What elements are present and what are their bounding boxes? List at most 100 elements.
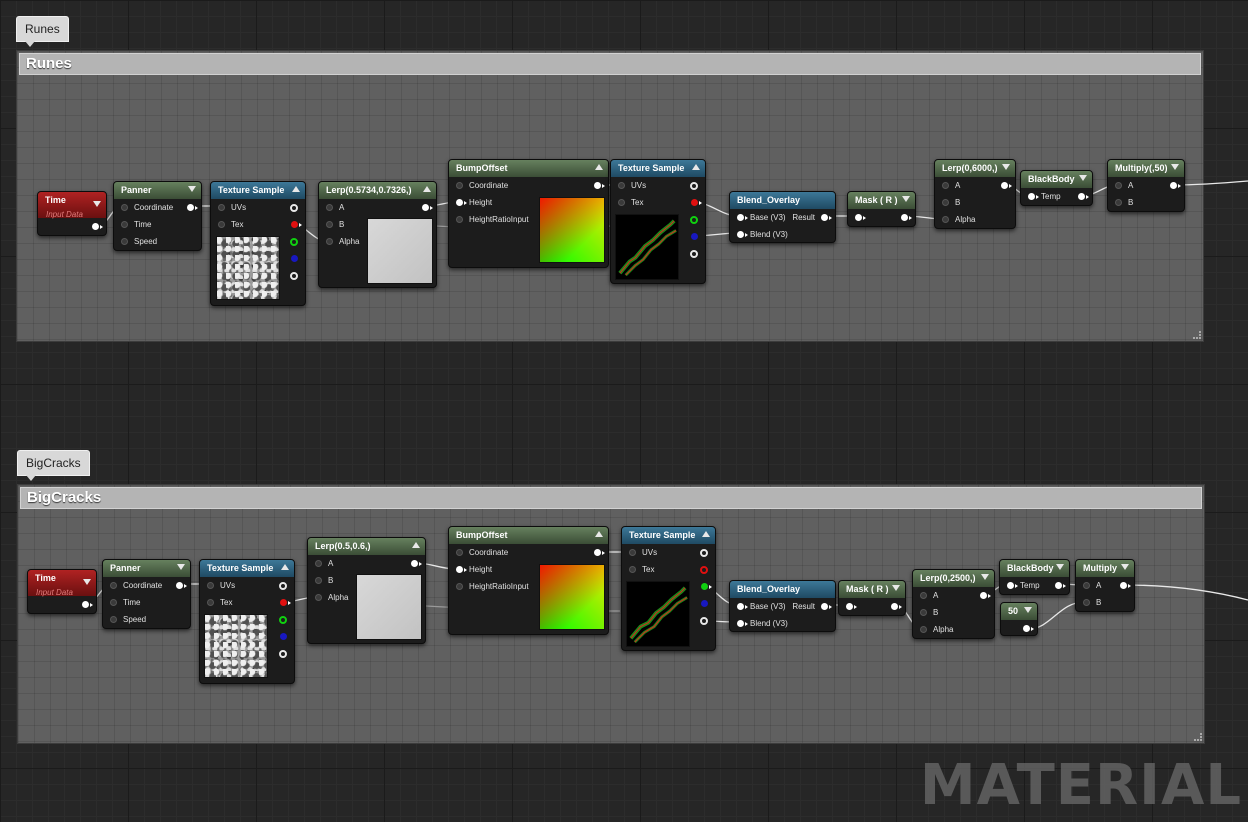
collapse-arrow-icon[interactable] (1171, 164, 1179, 170)
input-pin[interactable] (629, 549, 636, 556)
output-pin[interactable] (82, 601, 93, 608)
output-pin[interactable] (422, 204, 433, 211)
lerp-node[interactable]: Lerp(0,2500,) A B Alpha (912, 569, 995, 639)
output-pin-b[interactable] (291, 255, 298, 262)
input-pin[interactable] (121, 238, 128, 245)
output-pin[interactable] (594, 182, 605, 189)
texture-sample-node[interactable]: Texture Sample UVs Tex (210, 181, 306, 306)
output-pin-a[interactable] (290, 272, 298, 280)
input-pin[interactable] (920, 592, 927, 599)
input-pin[interactable] (218, 221, 225, 228)
output-pin-b[interactable] (691, 233, 698, 240)
input-pin[interactable] (846, 603, 857, 610)
output-pin[interactable] (690, 182, 698, 190)
collapse-arrow-icon[interactable] (1121, 564, 1129, 570)
bump-offset-node[interactable]: BumpOffset Coordinate Height HeightRatio… (448, 526, 609, 635)
output-pin[interactable] (901, 214, 912, 221)
input-pin[interactable] (315, 594, 322, 601)
texture-sample-node[interactable]: Texture Sample UVs Tex (199, 559, 295, 684)
collapse-arrow-icon[interactable] (692, 164, 700, 170)
input-pin[interactable] (737, 214, 748, 221)
collapse-arrow-icon[interactable] (93, 201, 101, 207)
collapse-arrow-icon[interactable] (83, 579, 91, 585)
input-pin[interactable] (1007, 582, 1018, 589)
collapse-arrow-icon[interactable] (595, 531, 603, 537)
output-pin[interactable] (821, 214, 832, 221)
output-pin[interactable] (92, 223, 103, 230)
input-pin[interactable] (855, 214, 866, 221)
output-pin[interactable] (1120, 582, 1131, 589)
blackbody-node[interactable]: BlackBody Temp (999, 559, 1070, 595)
collapse-arrow-icon[interactable] (981, 574, 989, 580)
comment-tab-runes[interactable]: Runes (16, 16, 69, 47)
time-node[interactable]: Time Input Data (37, 191, 107, 236)
output-pin-r[interactable] (691, 199, 702, 206)
input-pin[interactable] (110, 616, 117, 623)
collapse-arrow-icon[interactable] (412, 542, 420, 548)
output-pin[interactable] (821, 603, 832, 610)
multiply-node[interactable]: Multiply(,50) A B (1107, 159, 1185, 212)
lerp-node[interactable]: Lerp(0,6000,) A B Alpha (934, 159, 1016, 229)
input-pin[interactable] (1083, 599, 1090, 606)
input-pin[interactable] (1115, 182, 1122, 189)
mask-node[interactable]: Mask ( R ) (847, 191, 916, 227)
output-pin[interactable] (279, 582, 287, 590)
input-pin[interactable] (456, 549, 463, 556)
input-pin[interactable] (942, 182, 949, 189)
input-pin[interactable] (920, 609, 927, 616)
input-pin[interactable] (121, 204, 128, 211)
input-pin[interactable] (218, 204, 225, 211)
input-pin[interactable] (326, 238, 333, 245)
input-pin[interactable] (737, 603, 748, 610)
input-pin[interactable] (315, 577, 322, 584)
input-pin[interactable] (326, 204, 333, 211)
output-pin-b[interactable] (280, 633, 287, 640)
input-pin[interactable] (207, 582, 214, 589)
resize-grip[interactable] (1193, 331, 1201, 339)
collapse-arrow-icon[interactable] (177, 564, 185, 570)
collapse-arrow-icon[interactable] (423, 186, 431, 192)
output-pin[interactable] (187, 204, 198, 211)
output-pin[interactable] (1055, 582, 1066, 589)
collapse-arrow-icon[interactable] (892, 585, 900, 591)
output-pin-r[interactable] (291, 221, 302, 228)
output-pin[interactable] (700, 549, 708, 557)
multiply-node[interactable]: Multiply A B (1075, 559, 1135, 612)
input-pin[interactable] (456, 583, 463, 590)
input-pin[interactable] (920, 626, 927, 633)
panner-node[interactable]: Panner Coordinate Time Speed (102, 559, 191, 629)
input-pin[interactable] (456, 199, 467, 206)
collapse-arrow-icon[interactable] (188, 186, 196, 192)
input-pin[interactable] (456, 216, 463, 223)
input-pin[interactable] (326, 221, 333, 228)
output-pin-g[interactable] (279, 616, 287, 624)
input-pin[interactable] (456, 182, 463, 189)
bump-offset-node[interactable]: BumpOffset Coordinate Height HeightRatio… (448, 159, 609, 268)
collapse-arrow-icon[interactable] (1056, 564, 1064, 570)
output-pin-r[interactable] (700, 566, 708, 574)
output-pin[interactable] (176, 582, 187, 589)
collapse-arrow-icon[interactable] (1024, 607, 1032, 613)
output-pin[interactable] (1001, 182, 1012, 189)
comment-header-runes[interactable]: Runes (19, 53, 1201, 75)
input-pin[interactable] (618, 182, 625, 189)
blackbody-node[interactable]: BlackBody Temp (1020, 170, 1093, 206)
output-pin-g[interactable] (690, 216, 698, 224)
output-pin[interactable] (411, 560, 422, 567)
time-node[interactable]: Time Input Data (27, 569, 97, 614)
resize-grip[interactable] (1194, 733, 1202, 741)
output-pin-a[interactable] (700, 617, 708, 625)
output-pin-g[interactable] (290, 238, 298, 246)
input-pin[interactable] (121, 221, 128, 228)
mask-node[interactable]: Mask ( R ) (838, 580, 906, 616)
blend-overlay-node[interactable]: Blend_Overlay Base (V3) Result Blend (V3) (729, 580, 836, 632)
output-pin-r[interactable] (280, 599, 291, 606)
input-pin[interactable] (942, 216, 949, 223)
output-pin-b[interactable] (701, 600, 708, 607)
collapse-arrow-icon[interactable] (902, 196, 910, 202)
blend-overlay-node[interactable]: Blend_Overlay Base (V3) Result Blend (V3) (729, 191, 836, 243)
input-pin[interactable] (1083, 582, 1090, 589)
input-pin[interactable] (618, 199, 625, 206)
collapse-arrow-icon[interactable] (595, 164, 603, 170)
input-pin[interactable] (737, 231, 748, 238)
